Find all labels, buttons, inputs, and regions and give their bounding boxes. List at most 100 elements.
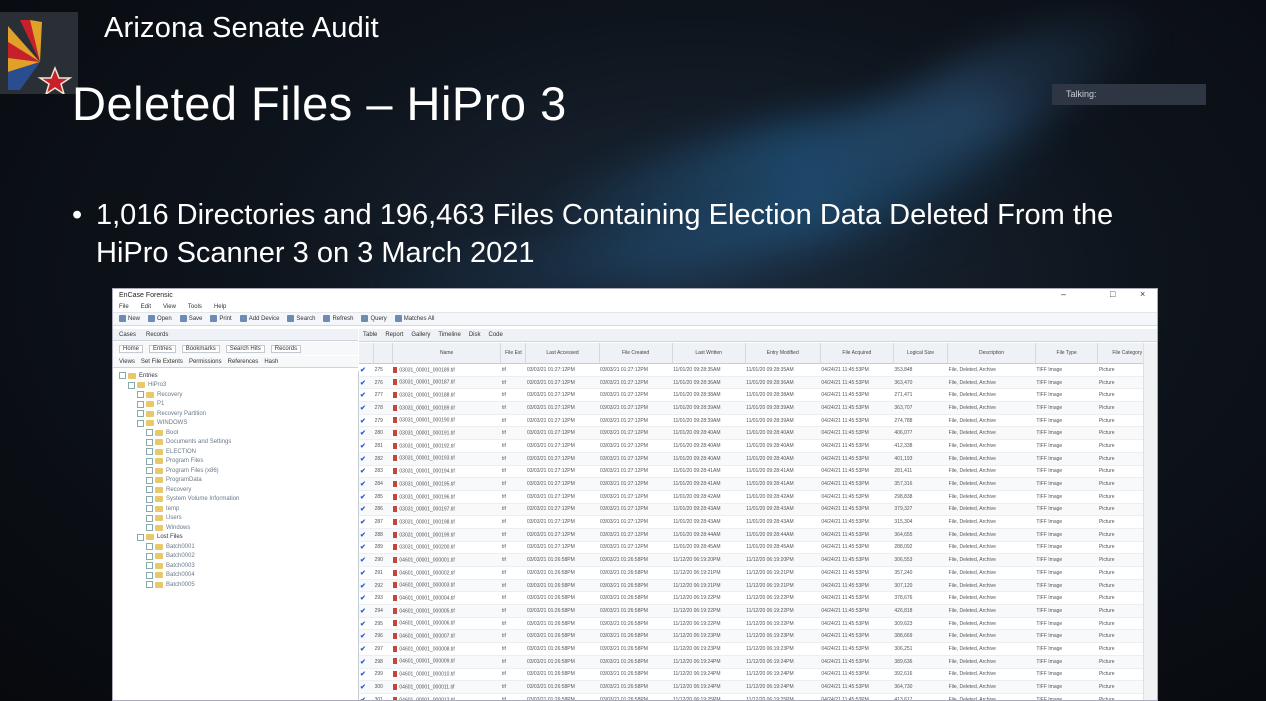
table-row[interactable]: ✔ 293 04601_00001_000004.tif tif 03/03/21 01… — [359, 591, 1157, 606]
column-header[interactable]: Name — [392, 343, 502, 364]
tree-checkbox[interactable] — [146, 571, 153, 579]
table-row[interactable]: ✔ 281 03031_00001_000192.tif tif 03/03/21 01… — [359, 439, 1157, 453]
table-row[interactable]: ✔ 288 03031_00001_000199.tif tif 03/03/21 01… — [359, 528, 1157, 542]
row-checkbox[interactable]: ✔ — [360, 684, 366, 691]
row-checkbox[interactable]: ✔ — [360, 405, 366, 412]
tree-node[interactable]: Recovery — [113, 390, 358, 400]
tree-node[interactable]: Program Files — [113, 457, 358, 467]
close-button[interactable]: × — [1140, 289, 1145, 299]
tree-checkbox[interactable] — [137, 400, 144, 408]
table-row[interactable]: ✔ 289 03031_00001_000200.tif tif 03/03/21 01… — [359, 541, 1157, 555]
row-checkbox[interactable]: ✔ — [360, 456, 366, 463]
table-row[interactable]: ✔ 296 04601_00001_000007.tif tif 03/03/21 01… — [359, 629, 1157, 644]
table-row[interactable]: ✔ 283 03031_00001_000194.tif tif 03/03/21 01… — [359, 465, 1157, 479]
table-row[interactable]: ✔ 287 03031_00001_000198.tif tif 03/03/21 01… — [359, 515, 1157, 529]
table-row[interactable]: ✔ 294 04601_00001_000005.tif tif 03/03/21 01… — [359, 604, 1157, 618]
tree-node[interactable]: Recovery Partition — [113, 409, 358, 419]
tab-code[interactable]: Code — [489, 332, 503, 338]
row-checkbox[interactable]: ✔ — [360, 646, 366, 653]
new-button[interactable]: New — [119, 315, 140, 323]
subtab-views[interactable]: Views — [119, 359, 135, 365]
tree-node[interactable]: Batch0003 — [113, 561, 358, 571]
maximize-button[interactable]: □ — [1110, 289, 1115, 299]
tree-node[interactable]: P1 — [113, 400, 358, 410]
table-row[interactable]: ✔ 279 03031_00001_000190.tif tif 03/03/21 01… — [359, 414, 1157, 428]
row-checkbox[interactable]: ✔ — [360, 392, 366, 399]
table-row[interactable]: ✔ 290 04601_00001_000001.tif tif 03/03/21 01… — [359, 553, 1157, 567]
row-checkbox[interactable]: ✔ — [360, 671, 366, 678]
subtab-home[interactable]: Home — [119, 344, 144, 353]
tree-node[interactable]: Batch0005 — [113, 580, 358, 590]
tree-node[interactable]: ProgramData — [113, 476, 358, 486]
row-checkbox[interactable]: ✔ — [360, 608, 366, 615]
save-button[interactable]: Save — [179, 315, 202, 323]
column-header[interactable]: File Type — [1035, 343, 1099, 364]
tree-checkbox[interactable] — [146, 457, 153, 465]
tree-checkbox[interactable] — [146, 467, 153, 475]
row-checkbox[interactable]: ✔ — [360, 481, 366, 488]
tree-checkbox[interactable] — [146, 562, 153, 570]
tree-node[interactable]: Lost Files — [113, 533, 358, 543]
subtab-set-file-extents[interactable]: Set File Extents — [141, 359, 183, 365]
row-checkbox[interactable]: ✔ — [360, 633, 366, 640]
column-header[interactable]: File Ext — [500, 343, 527, 364]
tree-checkbox[interactable] — [146, 486, 153, 494]
tree-checkbox[interactable] — [146, 514, 153, 522]
row-checkbox[interactable]: ✔ — [360, 430, 366, 437]
minimize-button[interactable]: – — [1061, 289, 1066, 299]
row-checkbox[interactable]: ✔ — [360, 621, 366, 628]
table-row[interactable]: ✔ 275 03031_00001_000189.tif tif 03/03/21 01… — [359, 363, 1157, 377]
tree-checkbox[interactable] — [137, 533, 144, 541]
row-checkbox[interactable]: ✔ — [360, 570, 366, 577]
matches-all-button[interactable]: Matches All — [394, 315, 434, 323]
tree-node[interactable]: Recovery — [113, 485, 358, 495]
table-row[interactable]: ✔ 300 04601_00001_000011.tif tif 03/03/21 01… — [359, 680, 1157, 694]
tree-node[interactable]: Program Files (x86) — [113, 466, 358, 476]
subtab-entries[interactable]: Entries — [149, 344, 176, 353]
row-checkbox[interactable]: ✔ — [360, 532, 366, 539]
tab-report[interactable]: Report — [385, 332, 403, 338]
menu-edit[interactable]: Edit — [141, 304, 151, 310]
row-checkbox[interactable]: ✔ — [360, 557, 366, 564]
tab-table[interactable]: Table — [363, 332, 377, 338]
tree-checkbox[interactable] — [146, 552, 153, 560]
table-row[interactable]: ✔ 278 03031_00001_000189.tif tif 03/03/21 01… — [359, 401, 1157, 415]
add-device-button[interactable]: Add Device — [239, 315, 279, 323]
table-row[interactable]: ✔ 295 04601_00001_000006.tif tif 03/03/21 01… — [359, 617, 1157, 631]
menu-view[interactable]: View — [163, 304, 176, 310]
row-checkbox[interactable]: ✔ — [360, 519, 366, 526]
tab-gallery[interactable]: Gallery — [411, 332, 430, 338]
table-row[interactable]: ✔ 298 04601_00001_000009.tif tif 03/03/21 01… — [359, 655, 1157, 669]
open-button[interactable]: Open — [148, 315, 172, 323]
tree-checkbox[interactable] — [146, 476, 153, 484]
menu-help[interactable]: Help — [214, 304, 226, 310]
row-checkbox[interactable]: ✔ — [360, 697, 366, 700]
table-row[interactable]: ✔ 277 03031_00001_000188.tif tif 03/03/21 01… — [359, 388, 1157, 403]
column-header[interactable]: File Created — [599, 343, 673, 364]
tab-timeline[interactable]: Timeline — [438, 332, 460, 338]
tree-checkbox[interactable] — [146, 505, 153, 513]
row-checkbox[interactable]: ✔ — [360, 443, 366, 450]
menu-tools[interactable]: Tools — [188, 304, 202, 310]
row-checkbox[interactable]: ✔ — [360, 595, 366, 602]
column-header[interactable]: Last Written — [672, 343, 746, 364]
row-checkbox[interactable]: ✔ — [360, 506, 366, 513]
table-row[interactable]: ✔ 280 03031_00001_000191.tif tif 03/03/21 01… — [359, 426, 1157, 441]
tree-node[interactable]: Entries — [113, 371, 358, 381]
tree-checkbox[interactable] — [128, 381, 135, 389]
tree-checkbox[interactable] — [146, 524, 153, 532]
refresh-button[interactable]: Refresh — [323, 315, 353, 323]
subtab-hash[interactable]: Hash — [264, 359, 278, 365]
table-row[interactable]: ✔ 301 04601_00001_000012.tif tif 03/03/21 01… — [359, 693, 1157, 700]
tree-node[interactable]: Boot — [113, 428, 358, 438]
subtab-references[interactable]: References — [228, 359, 259, 365]
tree-checkbox[interactable] — [137, 391, 144, 399]
row-checkbox[interactable]: ✔ — [360, 494, 366, 501]
table-row[interactable]: ✔ 297 04601_00001_000008.tif tif 03/03/21 01… — [359, 642, 1157, 656]
row-checkbox[interactable]: ✔ — [360, 583, 366, 590]
tree-node[interactable]: Users — [113, 514, 358, 524]
row-checkbox[interactable]: ✔ — [360, 380, 366, 387]
column-header[interactable]: Entry Modified — [745, 343, 821, 364]
row-checkbox[interactable]: ✔ — [360, 544, 366, 551]
menu-file[interactable]: File — [119, 304, 129, 310]
